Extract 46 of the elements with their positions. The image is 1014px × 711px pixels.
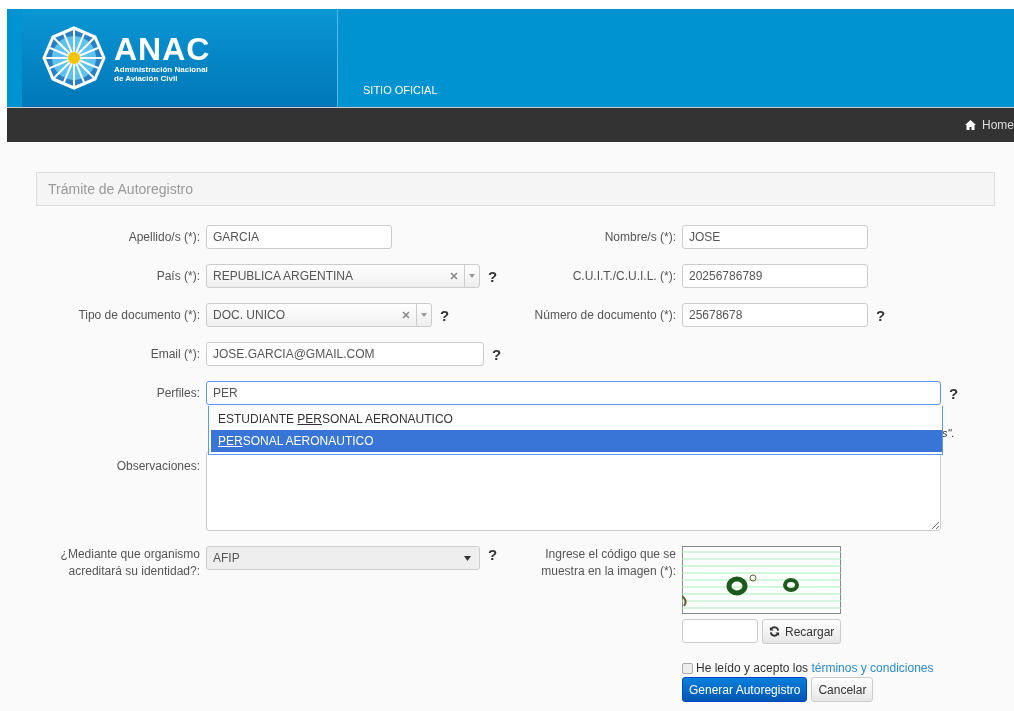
suggestion-item[interactable]: ESTUDIANTE PERSONAL AERONAUTICO (211, 408, 942, 430)
sun-logo-icon (42, 26, 106, 90)
captcha-field[interactable] (682, 619, 758, 643)
field-label: Observaciones: (115, 458, 200, 475)
field-label: Perfiles: (155, 386, 200, 400)
home-icon (965, 120, 976, 130)
autocomplete-field[interactable]: PER (206, 381, 941, 405)
help-icon[interactable]: ? (488, 267, 498, 285)
input-field[interactable]: GARCIA (206, 225, 392, 249)
select-field[interactable]: REPUBLICA ARGENTINA (206, 264, 480, 288)
field-label: Nombre/s (*): (603, 230, 676, 244)
hint-text: s". (942, 427, 955, 439)
terms-checkbox[interactable] (682, 662, 693, 674)
terms-link[interactable]: términos y condiciones (811, 661, 934, 675)
logo-title: ANAC (114, 33, 211, 65)
help-icon[interactable]: ? (440, 306, 450, 324)
field-label: Número de documento (*): (533, 308, 676, 322)
field-label: ¿Mediante que organismo acreditará su identidad?: (59, 546, 200, 580)
cancel-button[interactable]: Cancelar (811, 677, 874, 702)
suggestion-item[interactable]: PERSONAL AERONAUTICO (211, 430, 942, 452)
observations-field[interactable] (206, 451, 941, 531)
field-label: Tipo de documento (*): (77, 308, 200, 322)
clear-icon[interactable] (402, 311, 410, 319)
field-label: C.U.I.T./C.U.I.L. (*): (571, 269, 676, 283)
help-icon[interactable]: ? (876, 306, 886, 324)
clear-icon[interactable] (450, 272, 458, 280)
logo-subtitle: Administración Nacional (114, 65, 209, 74)
input-field[interactable]: 25678678 (682, 303, 868, 327)
field-label: Email (*): (149, 347, 200, 361)
terms-text: He leído y acepto los términos y condiciones (696, 661, 934, 675)
input-field[interactable]: JOSE.GARCIA@GMAIL.COM (206, 342, 484, 366)
submit-button[interactable]: Generar Autoregistro (682, 677, 808, 702)
select-field[interactable]: DOC. UNICO (206, 303, 432, 327)
refresh-icon (769, 626, 780, 637)
input-field[interactable]: 20256786789 (682, 264, 868, 288)
panel-title: Trámite de Autoregistro (47, 181, 193, 197)
home-link[interactable]: Home (965, 118, 1014, 132)
field-label: Apellido/s (*): (127, 230, 200, 244)
logo-subtitle: de Aviación Civil (114, 74, 179, 83)
field-label: Ingrese el código que se muestra en la imagen (*): (540, 546, 676, 580)
help-icon[interactable]: ? (949, 384, 959, 402)
reload-button[interactable]: Recargar (762, 619, 842, 644)
help-icon[interactable]: ? (492, 345, 502, 363)
site-label: SITIO OFICIAL (363, 84, 438, 96)
field-label: País (*): (155, 269, 200, 283)
input-field[interactable]: JOSE (682, 225, 868, 249)
